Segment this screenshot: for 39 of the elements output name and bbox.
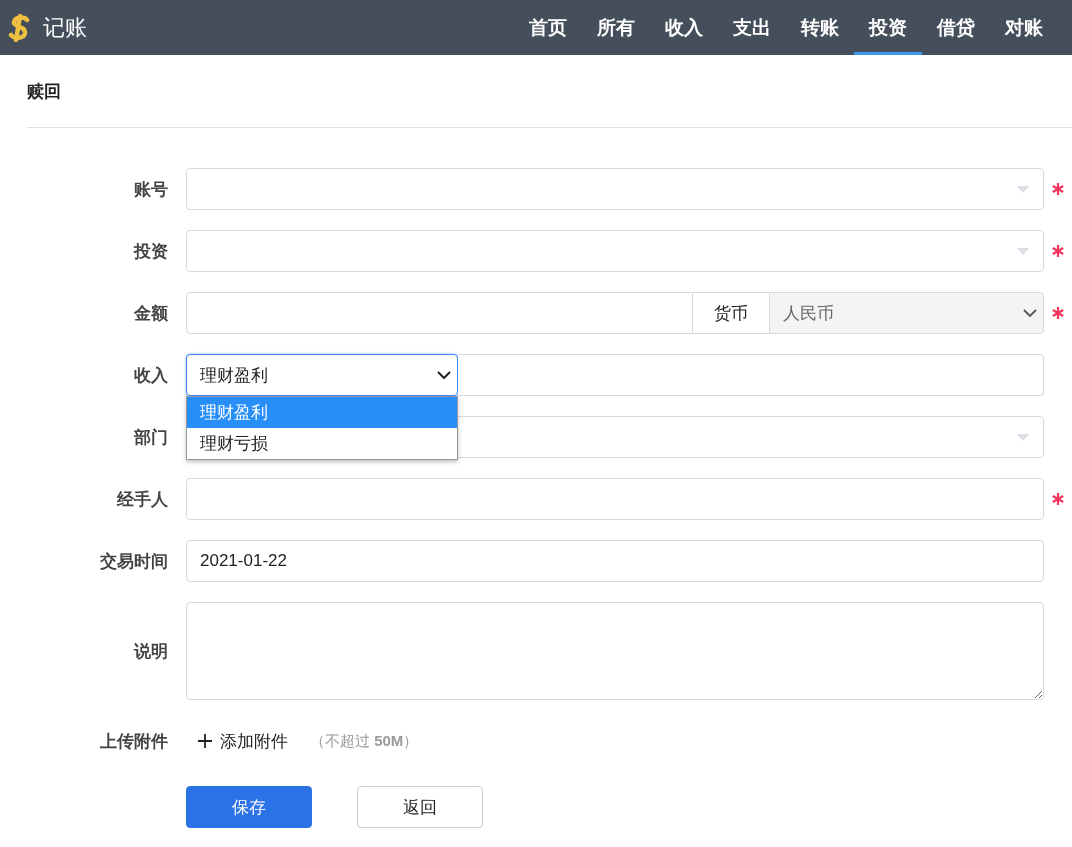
nav-tab[interactable]: 借贷 [922, 0, 990, 55]
form-button[interactable]: 返回 [357, 786, 483, 828]
nav-tab[interactable]: 对账 [990, 0, 1058, 55]
field-label: 部门 [133, 426, 169, 449]
field-label: 金额 [133, 302, 169, 325]
page-title: 赎回 [27, 81, 62, 103]
add-attachment-link[interactable]: 添加附件 [198, 729, 288, 753]
nav-tab[interactable]: 首页 [514, 0, 582, 55]
plus-icon [198, 734, 212, 748]
field-label: 账号 [133, 178, 169, 201]
dropdown-option[interactable]: 理财亏损 [187, 428, 457, 459]
field-label: 经手人 [116, 488, 169, 511]
field-label: 收入 [133, 364, 169, 387]
chevron-down-icon [1023, 309, 1037, 317]
nav-tab[interactable]: 所有 [582, 0, 650, 55]
chevron-down-icon [437, 371, 451, 379]
dropdown-arrow-icon [1017, 247, 1029, 255]
amount-field[interactable] [186, 292, 693, 334]
nav-tab[interactable]: 投资 [854, 0, 922, 55]
dropdown-arrow-icon [1017, 185, 1029, 193]
text-field[interactable]: 2021-01-22 [186, 540, 1044, 582]
text-field[interactable] [458, 354, 1044, 396]
income-select[interactable]: 理财盈利 [186, 354, 458, 396]
text-area[interactable] [186, 602, 1044, 700]
field-label: 说明 [132, 640, 169, 663]
currency-select[interactable]: 人民币 [769, 292, 1044, 334]
form-button[interactable]: 保存 [186, 786, 312, 828]
nav-tab[interactable]: 收入 [650, 0, 718, 55]
size-note: （不超过 50M） [310, 731, 419, 751]
text-field[interactable] [186, 478, 1044, 520]
nav-tab[interactable]: 支出 [718, 0, 786, 55]
field-label: 投资 [132, 240, 169, 263]
select-field[interactable] [186, 230, 1044, 272]
select-field[interactable] [186, 168, 1044, 210]
app-title: 记账 [43, 13, 87, 42]
field-label: 上传附件 [99, 730, 169, 753]
field-label: 交易时间 [99, 550, 169, 573]
dropdown-arrow-icon [1017, 433, 1029, 441]
nav-tab[interactable]: 转账 [786, 0, 854, 55]
